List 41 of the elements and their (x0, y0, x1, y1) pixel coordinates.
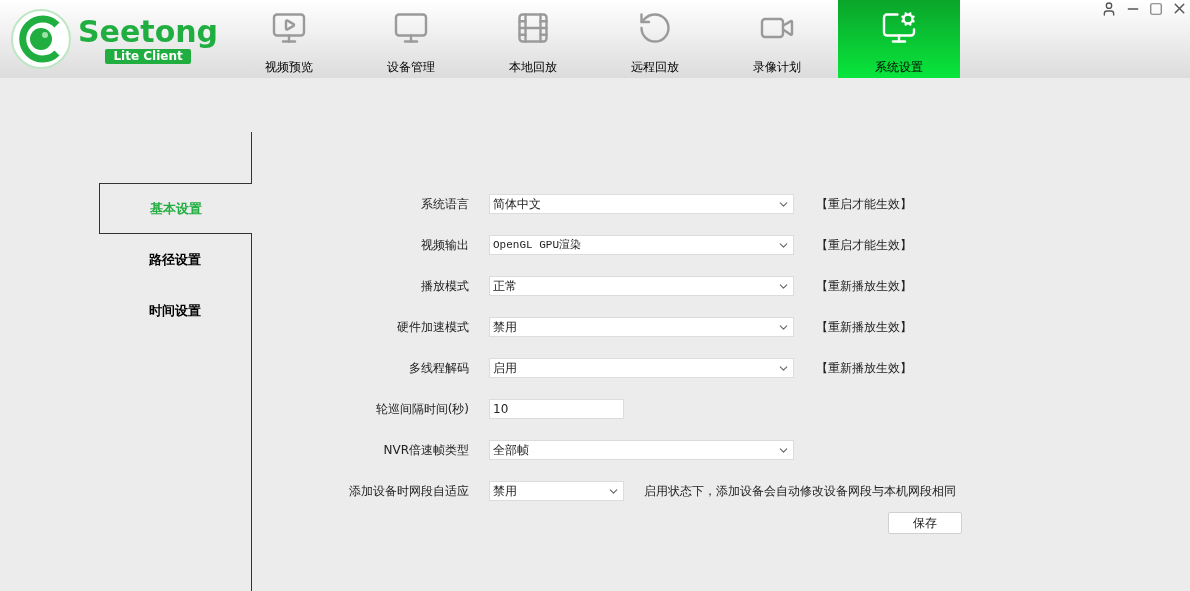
nav-tab[interactable]: 本地回放 (472, 0, 594, 78)
dropdown[interactable]: OpenGL GPU渲染 (489, 235, 794, 255)
sidebar-tab[interactable]: 时间设置 (99, 285, 252, 336)
field-label: 轮巡间隔时间(秒) (374, 401, 470, 418)
logo-badge: Lite Client (105, 48, 191, 64)
field-label: NVR倍速帧类型 (382, 442, 470, 459)
field-label: 多线程解码 (408, 360, 470, 377)
hint-text: 启用状态下，添加设备会自动修改设备网段与本机网段相同 (644, 483, 956, 500)
monitor-play-icon (271, 10, 307, 46)
dropdown[interactable]: 全部帧 (489, 440, 794, 460)
maximize-icon[interactable] (1149, 1, 1163, 16)
restart-note: 【重启才能生效】 (816, 196, 912, 213)
field-label: 添加设备时网段自适应 (348, 483, 470, 500)
film-icon (515, 10, 551, 46)
restart-note: 【重新播放生效】 (816, 278, 912, 295)
replay-icon (637, 10, 673, 46)
field-label: 视频输出 (420, 237, 470, 254)
dropdown[interactable]: 简体中文 (489, 194, 794, 214)
nav-tab[interactable]: 远程回放 (594, 0, 716, 78)
user-icon[interactable] (1101, 0, 1117, 17)
nav-tab[interactable]: 录像计划 (716, 0, 838, 78)
nav-tab[interactable]: 系统设置 (838, 0, 960, 78)
logo-icon (10, 8, 72, 70)
dropdown[interactable]: 禁用 (489, 317, 794, 337)
field-label: 硬件加速模式 (396, 319, 470, 336)
save-button[interactable]: 保存 (888, 512, 962, 534)
restart-note: 【重新播放生效】 (816, 319, 912, 336)
dropdown[interactable]: 禁用 (489, 481, 624, 501)
dropdown[interactable]: 启用 (489, 358, 794, 378)
nav-tab[interactable]: 视频预览 (228, 0, 350, 78)
restart-note: 【重新播放生效】 (816, 360, 912, 377)
sidebar-tab[interactable]: 路径设置 (99, 234, 252, 285)
dropdown[interactable]: 正常 (489, 276, 794, 296)
monitor-gear-icon (881, 10, 917, 46)
monitor-icon (393, 10, 429, 46)
restart-note: 【重启才能生效】 (816, 237, 912, 254)
field-label: 系统语言 (420, 196, 470, 213)
nav-tab[interactable]: 设备管理 (350, 0, 472, 78)
input-field[interactable]: 10 (489, 399, 624, 419)
logo-text: Seetong (78, 14, 219, 49)
field-label: 播放模式 (420, 278, 470, 295)
